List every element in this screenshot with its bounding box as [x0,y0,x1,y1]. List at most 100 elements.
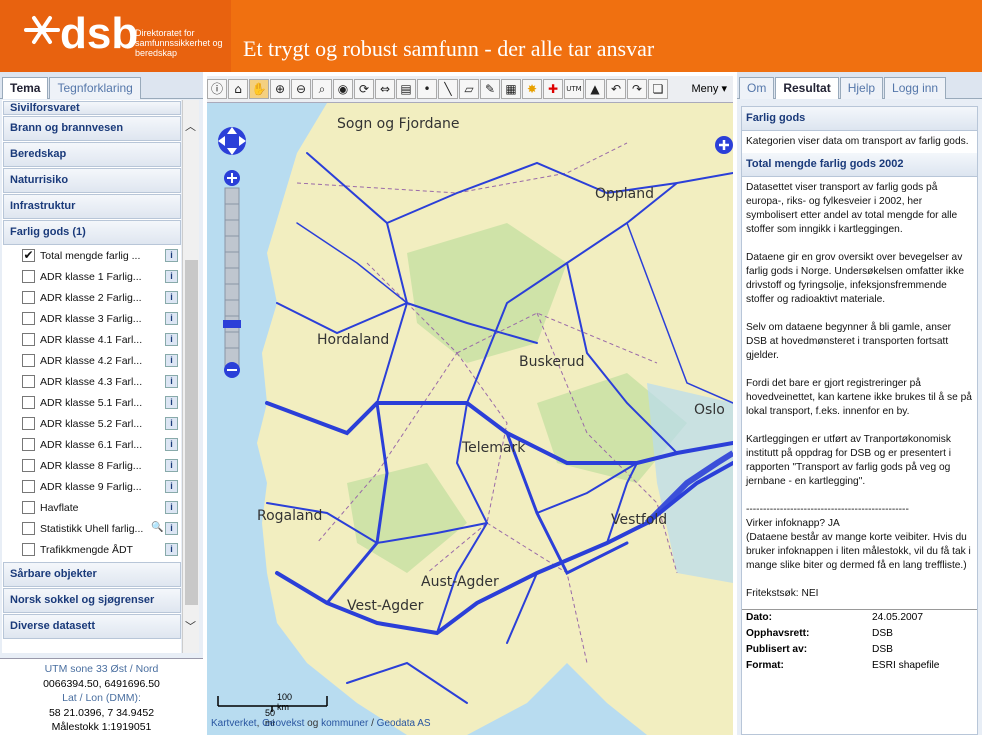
map-viewer[interactable]: ⓘ ⌂ ✋ ⊕ ⊖ ⌕ ◉ ⟳ ⇔ ▤ • ╲ ▱ ✎ ▦ ✸ ✚ UTM ▲ ↶ ↷ ❏ Meny ▾ [207,72,733,735]
category-infrastruktur[interactable]: Infrastruktur [3,194,181,219]
zoom-control[interactable] [215,124,249,384]
layer-info-icon[interactable]: i [165,312,178,325]
layer-info-icon[interactable]: i [165,543,178,556]
report-icon[interactable]: ▦ [501,79,521,99]
category-farlig-gods[interactable]: Farlig gods (1) [3,220,181,245]
scroll-thumb[interactable] [185,260,198,605]
refresh-icon[interactable]: ⟳ [354,79,374,99]
layer-label: Havflate [40,502,79,514]
layer-checkbox[interactable] [22,480,35,493]
layer-checkbox[interactable] [22,501,35,514]
category-brann[interactable]: Brann og brannvesen [3,116,181,141]
layer-info-icon[interactable]: i [165,354,178,367]
info-icon[interactable]: ⓘ [207,79,227,99]
draw-icon[interactable]: ✎ [480,79,500,99]
layer-info-icon[interactable]: i [165,375,178,388]
category-sivilforsvaret[interactable]: Sivilforsvaret [3,101,181,115]
bookmark-icon[interactable]: ❏ [648,79,668,99]
layer-info-icon[interactable]: i [165,270,178,283]
credit-geodata[interactable]: Geodata AS [377,718,431,729]
layer-item: ADR klasse 8 Farlig... i [2,456,181,477]
theme-list: Sivilforsvaret Brann og brannvesen Beredsk… [2,100,181,653]
terrain-icon[interactable]: ▲ [585,79,605,99]
pan-hand-icon[interactable]: ✋ [249,79,269,99]
tab-resultat[interactable]: Resultat [775,77,839,99]
layer-info-icon[interactable]: i [165,501,178,514]
scale-km: 100 km [277,692,293,712]
credit-kommuner[interactable]: kommuner [321,718,368,729]
layer-checkbox[interactable] [22,375,35,388]
tab-logg-inn[interactable]: Logg inn [884,77,947,99]
category-beredskap[interactable]: Beredskap [3,142,181,167]
layer-checkbox[interactable] [22,417,35,430]
expand-map-icon[interactable] [713,134,733,156]
measure-area-icon[interactable]: ⇔ [375,79,395,99]
print-icon[interactable]: ▤ [396,79,416,99]
place-label: Buskerud [519,354,585,370]
search-map-icon[interactable]: ⌕ [312,79,332,99]
dsb-logo[interactable]: dsb [60,12,138,56]
layer-checkbox[interactable] [22,459,35,472]
layer-info-icon[interactable]: i [165,333,178,346]
map-canvas[interactable] [207,103,733,735]
tab-tema[interactable]: Tema [2,77,49,99]
utm-icon[interactable]: UTM [564,79,584,99]
sun-icon[interactable]: ✸ [522,79,542,99]
theme-scrollbar[interactable]: ︿ ﹀ [182,100,199,653]
layer-checkbox[interactable]: ✔ [22,249,35,262]
credit-kartverket[interactable]: Kartverket [211,718,257,729]
layer-checkbox[interactable] [22,354,35,367]
layer-info-icon[interactable]: i [165,291,178,304]
home-icon[interactable]: ⌂ [228,79,248,99]
layer-label: ADR klasse 3 Farlig... [40,313,142,325]
zoom-out-icon[interactable]: ⊖ [291,79,311,99]
layer-checkbox[interactable] [22,522,35,535]
layer-info-icon[interactable]: i [165,438,178,451]
right-tabs: Om Resultat Hjelp Logg inn [737,72,982,99]
layer-checkbox[interactable] [22,396,35,409]
credit-geovekst[interactable]: Geovekst [262,718,304,729]
layer-info-icon[interactable]: i [165,396,178,409]
desc-paragraph: Datasettet viser transport av farlig god… [746,182,958,235]
layer-checkbox[interactable] [22,438,35,451]
layer-checkbox[interactable] [22,291,35,304]
layer-info-icon[interactable]: i [165,480,178,493]
layer-info-icon[interactable]: i [165,522,178,535]
scroll-down-icon[interactable]: ﹀ [185,618,196,634]
category-diverse-datasett[interactable]: Diverse datasett [3,614,181,639]
point-icon[interactable]: • [417,79,437,99]
layer-item: Havflate i [2,498,181,519]
result-panel: Farlig gods Kategorien viser data om tra… [741,106,978,735]
polygon-icon[interactable]: ▱ [459,79,479,99]
category-norsk-sokkel[interactable]: Norsk sokkel og sjøgrenser [3,588,181,613]
scroll-up-icon[interactable]: ︿ [185,118,196,134]
layer-label: Statistikk Uhell farlig... [40,523,144,535]
layer-info-icon[interactable]: i [165,249,178,262]
category-naturrisiko[interactable]: Naturrisiko [3,168,181,193]
zoom-in-icon[interactable]: ⊕ [270,79,290,99]
tab-om[interactable]: Om [739,77,775,99]
layer-label: ADR klasse 2 Farlig... [40,292,142,304]
tab-hjelp[interactable]: Hjelp [839,77,884,99]
line-icon[interactable]: ╲ [438,79,458,99]
layer-info-icon[interactable]: i [165,417,178,430]
layer-checkbox[interactable] [22,270,35,283]
undo-icon[interactable]: ↶ [606,79,626,99]
layer-label: ADR klasse 4.3 Farl... [40,376,143,388]
red-cross-icon[interactable]: ✚ [543,79,563,99]
camera-icon[interactable]: ◉ [333,79,353,99]
layer-checkbox[interactable] [22,333,35,346]
layer-item: ADR klasse 5.1 Farl... i [2,393,181,414]
place-label: Aust-Agder [421,574,499,590]
menu-dropdown[interactable]: Meny ▾ [692,82,727,95]
metadata-value: DSB [872,628,893,639]
category-sarbare-objekter[interactable]: Sårbare objekter [3,562,181,587]
tab-tegnforklaring[interactable]: Tegnforklaring [49,77,141,99]
layer-checkbox[interactable] [22,312,35,325]
layer-checkbox[interactable] [22,543,35,556]
layer-item: ADR klasse 4.2 Farl... i [2,351,181,372]
layer-info-icon[interactable]: i [165,459,178,472]
slogan: Et trygt og robust samfunn - der alle ta… [243,36,655,61]
redo-icon[interactable]: ↷ [627,79,647,99]
magnifier-icon[interactable]: 🔍 [151,522,164,535]
